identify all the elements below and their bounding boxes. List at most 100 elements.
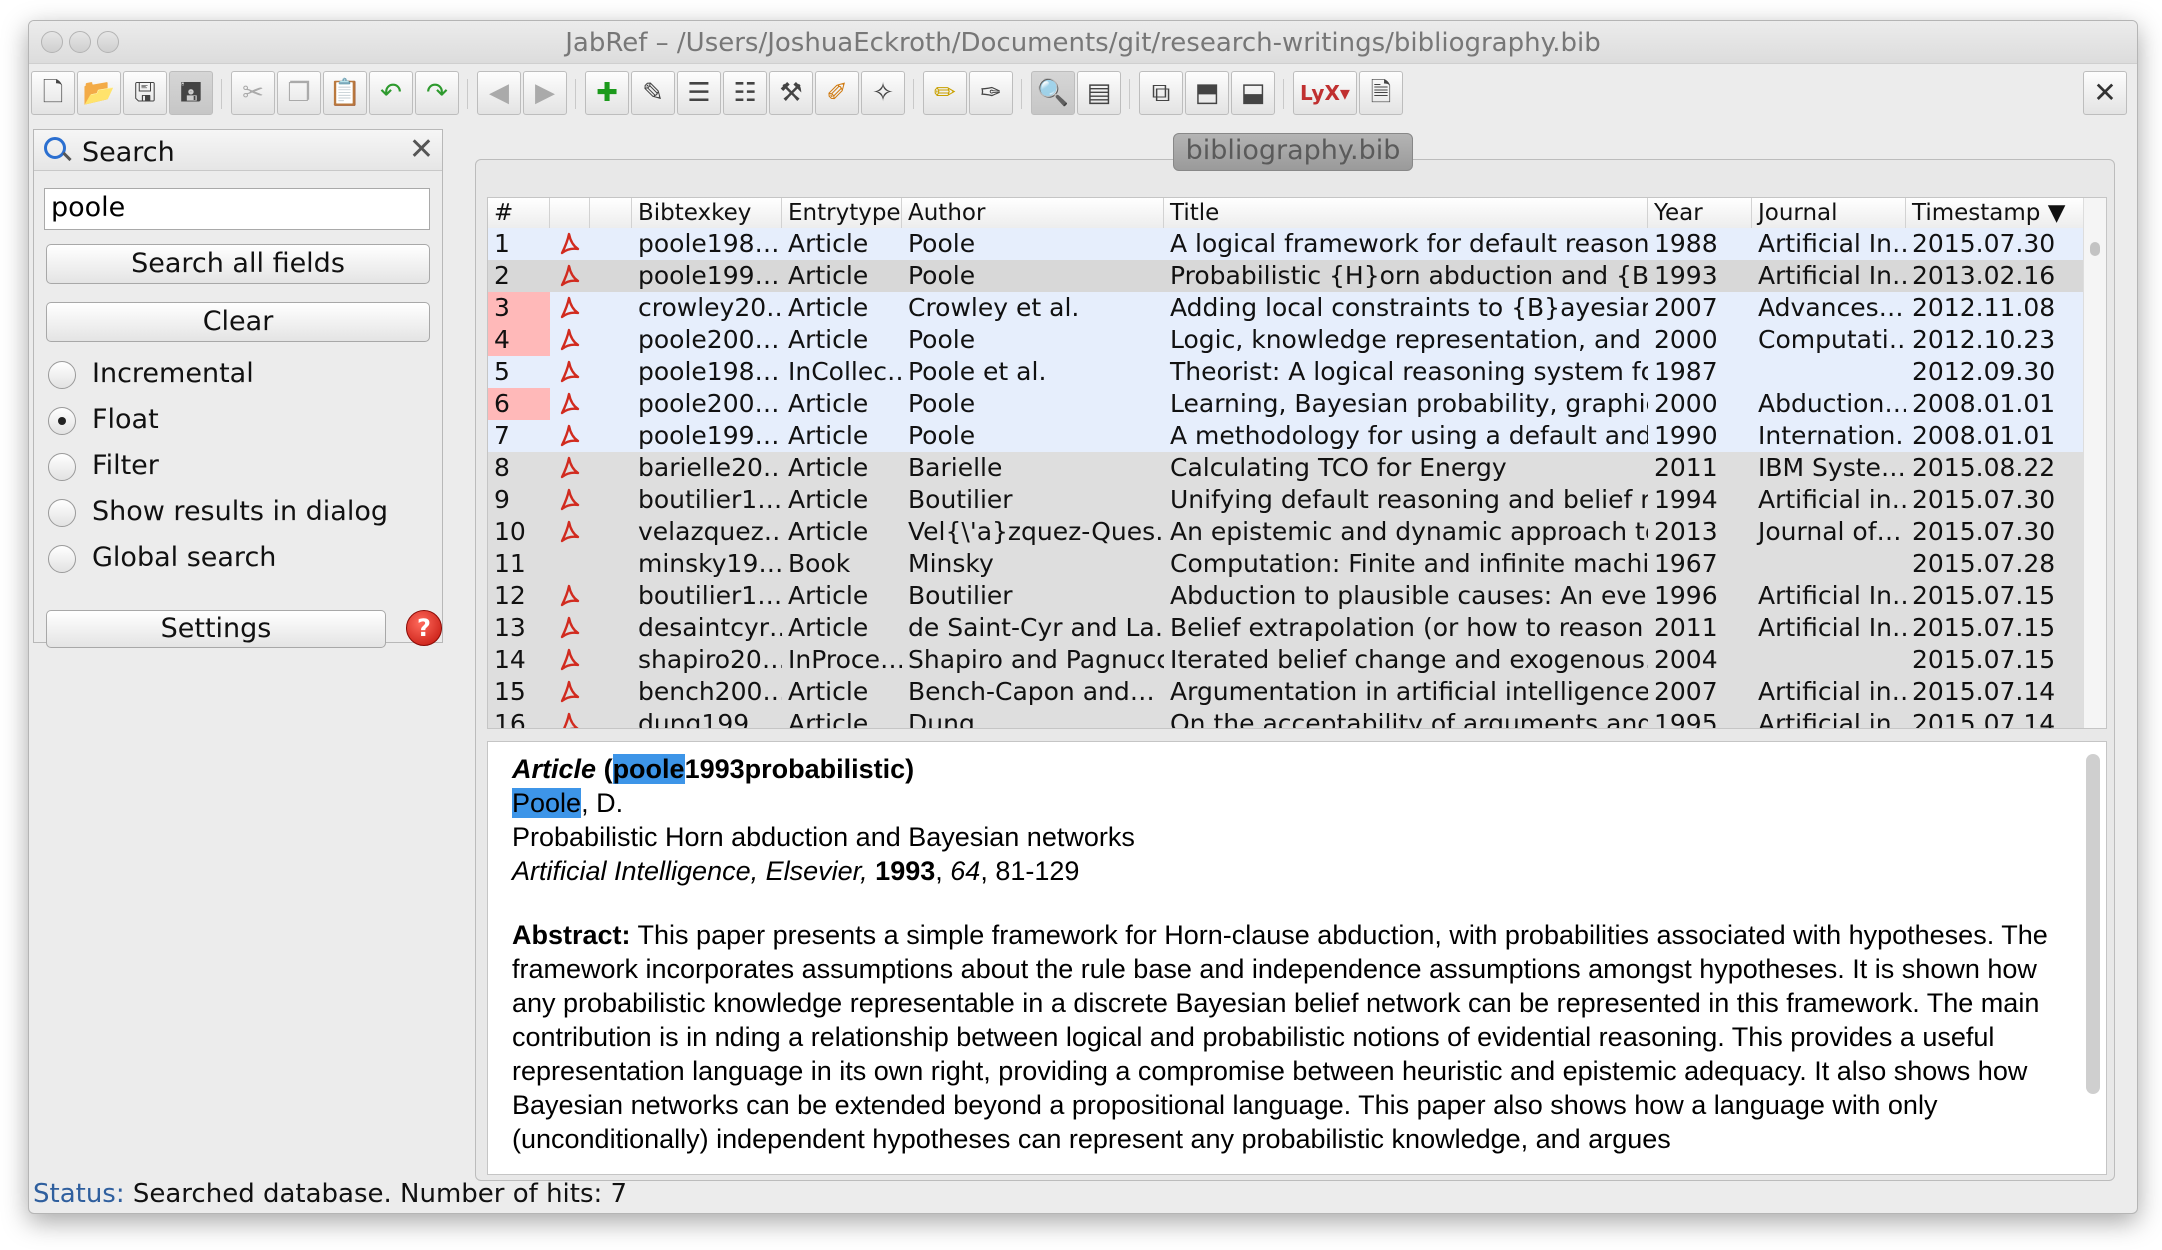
- table-row[interactable]: 15 bench200… Article Bench-Capon and… Argume…: [488, 676, 2084, 708]
- pdf-icon[interactable]: [558, 487, 582, 513]
- table-row[interactable]: 3 crowley20… Article Crowley et al. Adding l…: [488, 292, 2084, 324]
- window-icon[interactable]: ⧉: [1139, 71, 1183, 115]
- table-row[interactable]: 1 poole198… Article Poole A logical framewor…: [488, 228, 2084, 260]
- table-row[interactable]: 12 boutilier1… Article Boutilier Abduction t…: [488, 580, 2084, 612]
- cell-title: Logic, knowledge representation, and B…: [1170, 325, 1648, 354]
- clear-button[interactable]: Clear: [46, 302, 430, 342]
- cell-year: 1990: [1654, 421, 1718, 450]
- option-label: Show results in dialog: [92, 496, 389, 527]
- header-col-bibtexkey[interactable]: Bibtexkey: [632, 198, 782, 228]
- table-scrollbar[interactable]: [2083, 198, 2106, 728]
- table-row[interactable]: 9 boutilier1… Article Boutilier Unifying def…: [488, 484, 2084, 516]
- table-row[interactable]: 7 poole199… Article Poole A methodology for …: [488, 420, 2084, 452]
- pdf-icon[interactable]: [558, 711, 582, 728]
- pdf-icon[interactable]: [558, 231, 582, 257]
- radio-show-results-in-dialog[interactable]: [48, 499, 76, 527]
- search-panel-close-icon[interactable]: ✕: [409, 132, 434, 167]
- close-database-button[interactable]: ✕: [2083, 71, 2127, 115]
- radio-float[interactable]: [48, 407, 76, 435]
- merge-icon[interactable]: ✧: [861, 71, 905, 115]
- preview-author-highlight: Poole: [512, 788, 582, 818]
- header-col-number[interactable]: #: [488, 198, 550, 228]
- pdf-icon[interactable]: [558, 519, 582, 545]
- cell-title: Unifying default reasoning and belief re…: [1170, 485, 1648, 514]
- save-all-icon[interactable]: 🖪: [169, 71, 213, 115]
- header-col-year[interactable]: Year: [1648, 198, 1752, 228]
- preview-author-rest: , D.: [581, 788, 624, 818]
- toggle-groups-icon[interactable]: ▤: [1077, 71, 1121, 115]
- edit-entry-icon[interactable]: ✎: [631, 71, 675, 115]
- redo-icon[interactable]: ↷: [415, 71, 459, 115]
- help-icon[interactable]: ?: [406, 610, 442, 646]
- table-row[interactable]: 14 shapiro20… InProce… Shapiro and Pagnucco…: [488, 644, 2084, 676]
- table-row[interactable]: 4 poole200… Article Poole Logic, knowledge r…: [488, 324, 2084, 356]
- pdf-icon[interactable]: [558, 583, 582, 609]
- header-col-title[interactable]: Title: [1164, 198, 1648, 228]
- search-all-fields-button[interactable]: Search all fields: [46, 244, 430, 284]
- pdf-icon[interactable]: [558, 327, 582, 353]
- table-row[interactable]: 13 desaintcyr… Article de Saint-Cyr and La……: [488, 612, 2084, 644]
- tab-bibliography[interactable]: bibliography.bib: [1173, 133, 1413, 171]
- table-row[interactable]: 8 barielle20… Article Barielle Calculating T…: [488, 452, 2084, 484]
- forward-icon[interactable]: ▶: [523, 71, 567, 115]
- table-row[interactable]: 16 dung199… Article Dung On the acceptabilit…: [488, 708, 2084, 729]
- radio-global-search[interactable]: [48, 545, 76, 573]
- edit-preamble-icon[interactable]: ☰: [677, 71, 721, 115]
- mark-entries-icon[interactable]: ✏: [923, 71, 967, 115]
- table-row[interactable]: 2 poole199… Article Poole Probabilistic {H}o…: [488, 260, 2084, 292]
- header-col-pdf[interactable]: [550, 198, 590, 228]
- radio-filter[interactable]: [48, 453, 76, 481]
- unmark-icon[interactable]: ✑: [969, 71, 1013, 115]
- pdf-icon[interactable]: [558, 359, 582, 385]
- open-database-icon[interactable]: 📂: [77, 71, 121, 115]
- preview-scrollbar[interactable]: [2086, 754, 2100, 1094]
- pdf-icon[interactable]: [558, 679, 582, 705]
- cell-title: On the acceptability of arguments and i…: [1170, 709, 1648, 729]
- cell-timestamp: 2008.01.01: [1912, 389, 2056, 418]
- header-col-timestamp[interactable]: Timestamp ▼: [1906, 198, 2088, 228]
- import-icon[interactable]: ⬒: [1185, 71, 1229, 115]
- entry-table[interactable]: # Bibtexkey Entrytype Author Title Year Journa…: [487, 197, 2107, 729]
- table-row[interactable]: 5 poole198… InCollec… Poole et al. Theorist:…: [488, 356, 2084, 388]
- pdf-icon[interactable]: [558, 423, 582, 449]
- cell-journal: Computati…: [1758, 325, 1906, 354]
- preview-abstract-label: Abstract:: [512, 920, 631, 950]
- cell-entrytype: Article: [788, 517, 869, 546]
- radio-incremental[interactable]: [48, 361, 76, 389]
- cell-timestamp: 2008.01.01: [1912, 421, 2056, 450]
- pdf-icon[interactable]: [558, 615, 582, 641]
- undo-icon[interactable]: ↶: [369, 71, 413, 115]
- table-row[interactable]: 6 poole200… Article Poole Learning, Bayesian…: [488, 388, 2084, 420]
- pdf-icon[interactable]: [558, 647, 582, 673]
- export-icon[interactable]: ⬓: [1231, 71, 1275, 115]
- header-col-entrytype[interactable]: Entrytype: [782, 198, 902, 228]
- search-input[interactable]: poole: [44, 188, 430, 230]
- toolbar-separator: [467, 79, 468, 109]
- table-row[interactable]: 10 velazquez… Article Vel{\'a}zquez-Ques… An…: [488, 516, 2084, 548]
- new-database-icon[interactable]: 🗋: [31, 71, 75, 115]
- paste-icon[interactable]: 📋: [323, 71, 367, 115]
- new-entry-icon[interactable]: ✚: [585, 71, 629, 115]
- save-icon[interactable]: 🖫: [123, 71, 167, 115]
- header-col-journal[interactable]: Journal: [1752, 198, 1906, 228]
- pdf-icon[interactable]: [558, 263, 582, 289]
- cut-icon[interactable]: ✂: [231, 71, 275, 115]
- settings-button[interactable]: Settings: [46, 610, 386, 648]
- pdf-icon[interactable]: [558, 391, 582, 417]
- push-to-application-icon[interactable]: 🗎: [1359, 71, 1403, 115]
- table-row[interactable]: 11 minsky19… Book Minsky Computation: Finite…: [488, 548, 2084, 580]
- header-col-author[interactable]: Author: [902, 198, 1164, 228]
- cleanup-icon[interactable]: ⚒: [769, 71, 813, 115]
- search-icon[interactable]: 🔍: [1031, 71, 1075, 115]
- option-label: Float: [92, 404, 159, 435]
- edit-strings-icon[interactable]: ☷: [723, 71, 767, 115]
- cell-title: Abduction to plausible causes: An even…: [1170, 581, 1648, 610]
- header-col-url[interactable]: [590, 198, 632, 228]
- back-icon[interactable]: ◀: [477, 71, 521, 115]
- pdf-icon[interactable]: [558, 455, 582, 481]
- lyx-icon[interactable]: LyX▾: [1293, 71, 1357, 115]
- push-icon[interactable]: ✐: [815, 71, 859, 115]
- table-scrollbar-thumb[interactable]: [2090, 242, 2100, 256]
- copy-icon[interactable]: ❐: [277, 71, 321, 115]
- pdf-icon[interactable]: [558, 295, 582, 321]
